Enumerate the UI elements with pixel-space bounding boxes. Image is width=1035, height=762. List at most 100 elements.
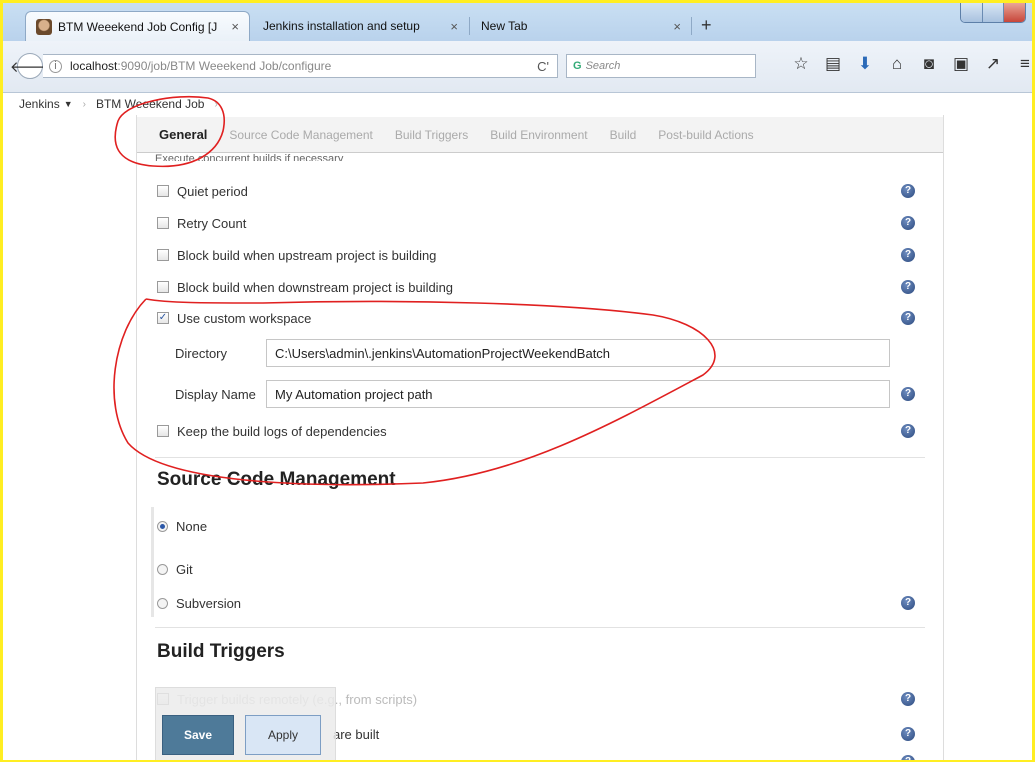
radio[interactable] xyxy=(157,597,168,609)
checkbox[interactable] xyxy=(157,425,169,437)
pocket-icon[interactable]: ◙ xyxy=(913,54,945,74)
breadcrumb-separator: › xyxy=(82,98,86,110)
checkbox[interactable] xyxy=(157,281,169,293)
option-label: Keep the build logs of dependencies xyxy=(177,423,387,439)
option-label: Subversion xyxy=(176,595,242,611)
info-icon[interactable]: i xyxy=(49,59,62,73)
config-panel: General Source Code Management Build Tri… xyxy=(136,115,944,760)
breadcrumb-job[interactable]: BTM Weeekend Job xyxy=(96,97,205,111)
close-tab-icon[interactable]: × xyxy=(450,19,458,34)
checkbox[interactable] xyxy=(157,249,169,261)
help-icon[interactable]: ? xyxy=(901,692,915,706)
help-icon[interactable]: ? xyxy=(901,424,915,438)
browser-tab-bar: BTM Weeekend Job Config [J × Jenkins ins… xyxy=(3,3,1032,41)
option-label: Block build when downstream project is b… xyxy=(177,279,454,295)
tab-label: Jenkins installation and setup xyxy=(263,19,420,33)
display-name-input[interactable] xyxy=(266,380,890,408)
tab-build-triggers[interactable]: Build Triggers xyxy=(373,128,468,142)
reading-list-icon[interactable]: ▤ xyxy=(817,54,849,74)
config-section-tabs: General Source Code Management Build Tri… xyxy=(137,117,943,153)
help-icon[interactable]: ? xyxy=(901,248,915,262)
option-quiet-period[interactable]: Quiet period xyxy=(157,181,248,201)
radio-selected[interactable] xyxy=(157,520,168,532)
url-bar[interactable]: i localhost :9090/job/BTM Weeekend Job/c… xyxy=(43,54,558,78)
breadcrumb-separator: › xyxy=(214,98,218,110)
tab-post-build-actions[interactable]: Post-build Actions xyxy=(636,128,753,142)
help-icon[interactable]: ? xyxy=(901,387,915,401)
radio[interactable] xyxy=(157,563,168,575)
tab-general[interactable]: General xyxy=(137,127,207,142)
navigation-toolbar: 🡐 i localhost :9090/job/BTM Weeekend Job… xyxy=(3,41,1032,93)
tab-jenkins-installation[interactable]: Jenkins installation and setup × xyxy=(253,11,468,41)
scrolled-option-peek: Execute concurrent builds if necessary xyxy=(155,153,344,161)
help-icon[interactable]: ? xyxy=(901,727,915,741)
share-icon[interactable]: ↗ xyxy=(977,54,1009,74)
tab-label: New Tab xyxy=(481,19,528,33)
help-icon[interactable]: ? xyxy=(901,755,915,760)
checkbox-checked[interactable]: ✓ xyxy=(157,312,169,324)
option-label: are built xyxy=(333,726,380,742)
jenkins-page: General Source Code Management Build Tri… xyxy=(3,115,1032,760)
home-icon[interactable]: ⌂ xyxy=(881,54,913,74)
option-retry-count[interactable]: Retry Count xyxy=(157,213,246,233)
tab-build[interactable]: Build xyxy=(588,128,637,142)
save-button[interactable]: Save xyxy=(162,715,234,755)
maximize-button[interactable] xyxy=(982,3,1005,22)
help-icon[interactable]: ? xyxy=(901,280,915,294)
close-window-button[interactable] xyxy=(1004,3,1025,22)
downloads-icon[interactable]: ⬇ xyxy=(849,54,881,74)
tab-source-code-management[interactable]: Source Code Management xyxy=(207,128,372,142)
menu-icon[interactable]: ≡ xyxy=(1009,54,1032,74)
scm-option-subversion[interactable]: Subversion xyxy=(157,593,241,613)
url-path: :9090/job/BTM Weeekend Job/configure xyxy=(117,59,332,73)
url-host: localhost xyxy=(70,59,118,73)
close-tab-icon[interactable]: × xyxy=(673,19,681,34)
tab-build-environment[interactable]: Build Environment xyxy=(468,128,587,142)
option-label: Git xyxy=(176,561,193,577)
jenkins-favicon-icon xyxy=(36,18,52,35)
search-input[interactable]: G Search xyxy=(566,54,756,78)
option-use-custom-workspace[interactable]: ✓ Use custom workspace xyxy=(157,308,311,328)
checkbox[interactable] xyxy=(157,217,169,229)
option-block-downstream[interactable]: Block build when downstream project is b… xyxy=(157,277,453,297)
scm-section-title: Source Code Management xyxy=(157,469,396,490)
help-icon[interactable]: ? xyxy=(901,311,915,325)
chevron-down-icon[interactable]: ▼ xyxy=(64,99,73,109)
search-engine-icon[interactable]: G xyxy=(573,60,582,72)
build-triggers-section-title: Build Triggers xyxy=(157,641,285,662)
toolbar-icons: ☆ ▤ ⬇ ⌂ ◙ ▣ ↗ ≡ xyxy=(785,54,1032,74)
display-name-label: Display Name xyxy=(175,387,256,402)
back-arrow-icon[interactable]: 🡐 xyxy=(10,53,50,79)
help-icon[interactable]: ? xyxy=(901,216,915,230)
apply-button[interactable]: Apply xyxy=(245,715,321,755)
scm-options-bar xyxy=(151,507,154,617)
scm-option-git[interactable]: Git xyxy=(157,559,193,579)
tab-jenkins-config[interactable]: BTM Weeekend Job Config [J × xyxy=(25,11,250,41)
minimize-button[interactable] xyxy=(961,3,983,22)
help-icon[interactable]: ? xyxy=(901,184,915,198)
bookmark-star-icon[interactable]: ☆ xyxy=(785,54,817,74)
trigger-after-other-projects[interactable]: are built xyxy=(333,724,379,744)
close-tab-icon[interactable]: × xyxy=(231,19,239,34)
option-label: Block build when upstream project is bui… xyxy=(177,247,437,263)
tab-separator xyxy=(691,17,692,35)
reload-icon[interactable]: C' xyxy=(537,59,549,74)
tab-new-tab[interactable]: New Tab × xyxy=(471,11,691,41)
option-block-upstream[interactable]: Block build when upstream project is bui… xyxy=(157,245,436,265)
breadcrumb-jenkins[interactable]: Jenkins xyxy=(19,97,60,111)
search-placeholder: Search xyxy=(585,60,621,72)
option-label: Use custom workspace xyxy=(177,310,312,326)
new-tab-plus-icon[interactable]: + xyxy=(701,15,712,36)
section-divider xyxy=(155,627,925,628)
help-icon[interactable]: ? xyxy=(901,596,915,610)
directory-input[interactable] xyxy=(266,339,890,367)
window-controls xyxy=(960,3,1026,23)
extension-icon[interactable]: ▣ xyxy=(945,54,977,74)
checkbox[interactable] xyxy=(157,185,169,197)
scm-option-none[interactable]: None xyxy=(157,516,207,536)
screenshot-frame: BTM Weeekend Job Config [J × Jenkins ins… xyxy=(0,0,1035,762)
option-label: Quiet period xyxy=(177,183,248,199)
option-keep-build-logs[interactable]: Keep the build logs of dependencies xyxy=(157,421,387,441)
section-divider xyxy=(155,457,925,458)
tab-label: BTM Weeekend Job Config [J xyxy=(58,19,218,34)
